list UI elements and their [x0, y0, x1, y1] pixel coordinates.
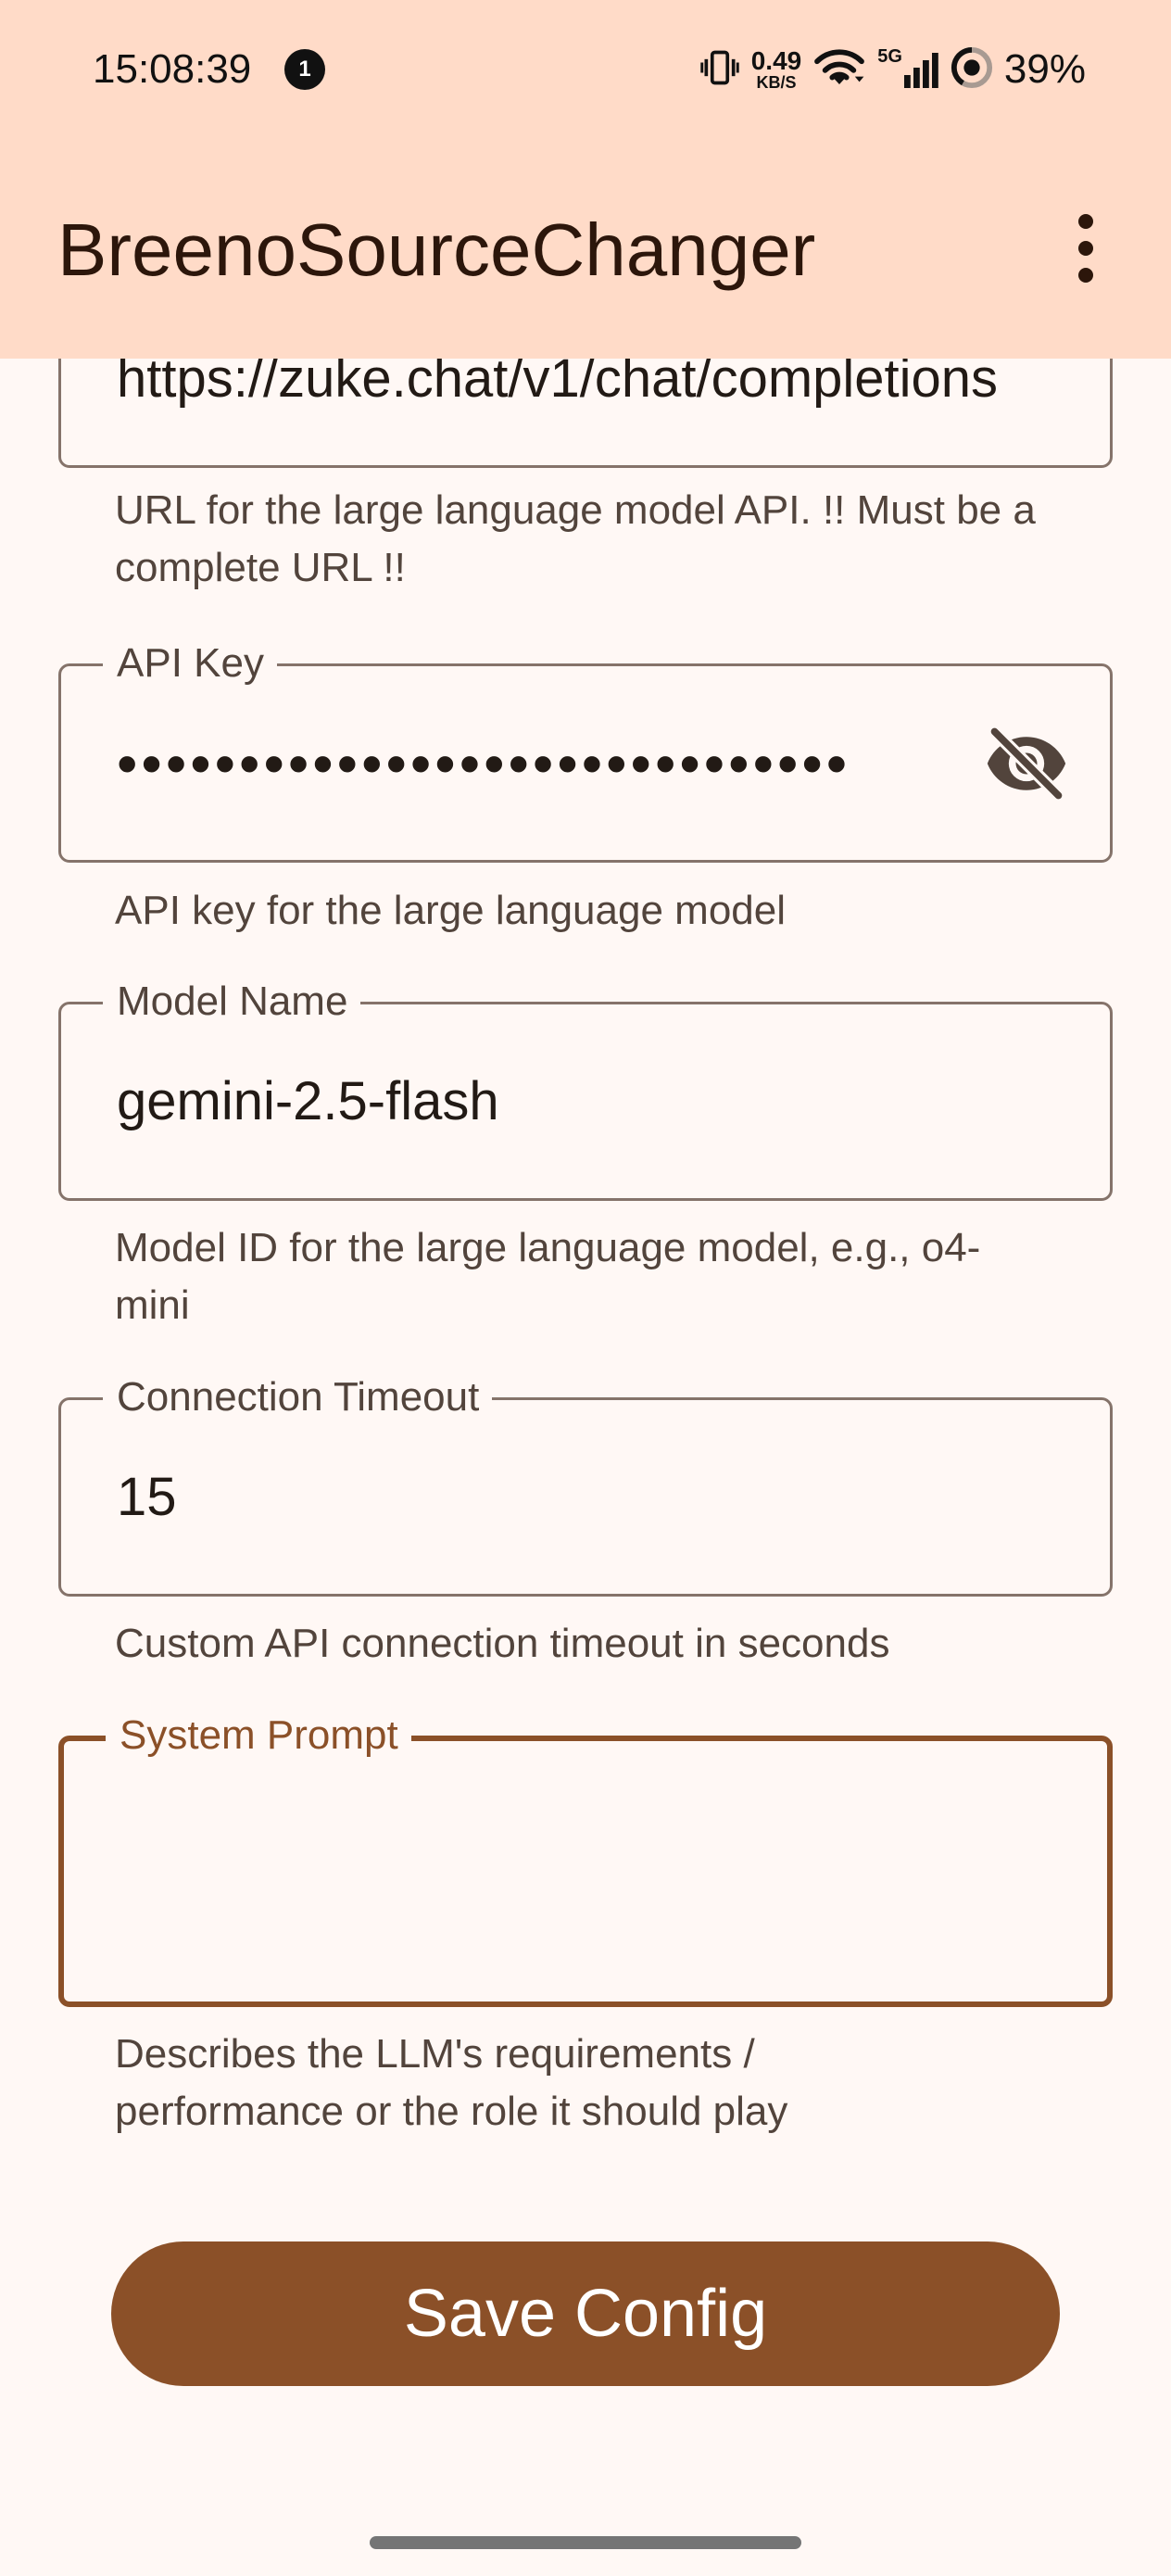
api-url-helper: URL for the large language model API. !!… [115, 487, 1036, 590]
network-speed-unit: KB/S [756, 73, 797, 92]
api-key-helper: API key for the large language model [115, 888, 787, 933]
status-bar: 15:08:39 1 0.49 KB/S 5G 39% [0, 0, 1171, 139]
model-name-input[interactable]: gemini-2.5-flash [117, 1004, 1054, 1198]
network-type: 5G [877, 46, 902, 67]
wifi-icon [812, 45, 866, 95]
home-indicator[interactable] [370, 2536, 801, 2549]
timeout-field[interactable]: Connection Timeout 15 [58, 1372, 1113, 1597]
system-prompt-helper: Describes the LLM's requirements / perfo… [115, 2031, 788, 2134]
network-speed: 0.49 KB/S [750, 46, 802, 92]
battery-icon [951, 46, 993, 94]
menu-dot [1078, 241, 1093, 256]
model-name-field[interactable]: Model Name gemini-2.5-flash [58, 977, 1113, 1201]
app-bar: 15:08:39 1 0.49 KB/S 5G 39% BreenoSource… [0, 0, 1171, 359]
menu-dot [1078, 214, 1093, 229]
more-vert-icon[interactable] [1056, 202, 1115, 295]
status-icons: 0.49 KB/S 5G 39% [699, 42, 1086, 97]
battery-percentage: 39% [1003, 46, 1086, 92]
api-key-input[interactable]: •••••••••••••••••••••••••••••• [117, 666, 943, 860]
notification-badge: 1 [284, 49, 325, 90]
status-time: 15:08:39 [93, 46, 252, 92]
network-speed-value: 0.49 [750, 46, 802, 75]
timeout-input[interactable]: 15 [117, 1400, 1054, 1594]
app-title: BreenoSourceChanger [57, 208, 816, 291]
system-prompt-field[interactable]: System Prompt [58, 1711, 1113, 2007]
vibrate-icon [699, 47, 740, 93]
visibility-off-icon[interactable] [980, 717, 1073, 810]
save-config-button[interactable]: Save Config [111, 2241, 1060, 2386]
api-key-field[interactable]: API Key •••••••••••••••••••••••••••••• [58, 638, 1113, 863]
timeout-helper: Custom API connection timeout in seconds [115, 1621, 890, 1666]
settings-form: https://zuke.chat/v1/chat/completions UR… [0, 0, 1171, 2576]
model-name-helper: Model ID for the large language model, e… [115, 1225, 981, 1328]
system-prompt-input[interactable] [120, 1741, 1051, 2001]
menu-dot [1078, 268, 1093, 283]
cellular-signal-icon: 5G [877, 46, 939, 90]
